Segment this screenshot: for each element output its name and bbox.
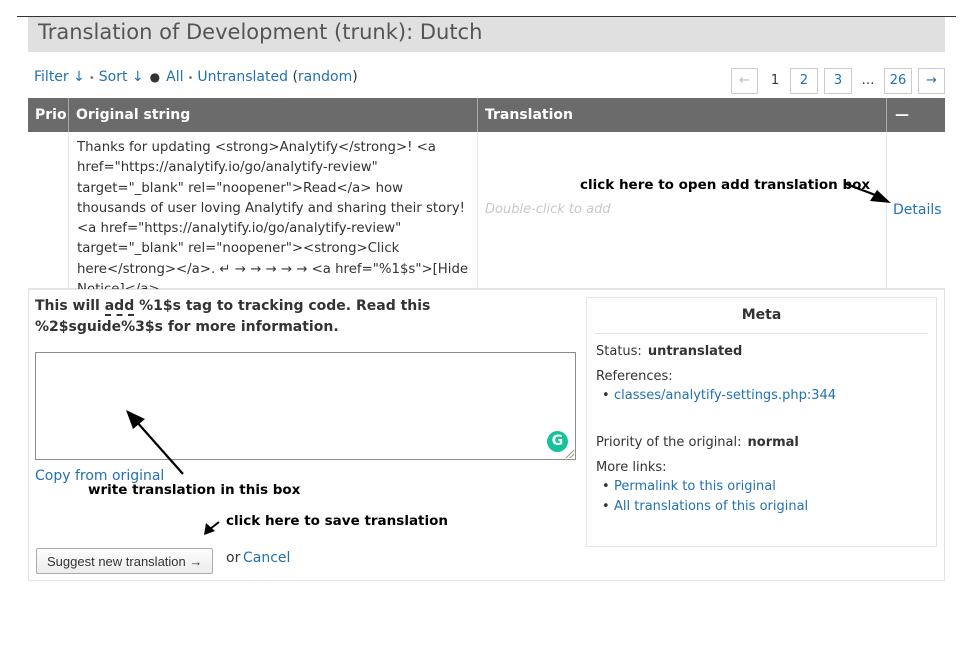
sort-link[interactable]: Sort ↓ bbox=[99, 69, 144, 85]
status-line: Status: untranslated bbox=[596, 344, 742, 359]
page-26[interactable]: 26 bbox=[884, 68, 912, 94]
list-item: classes/analytify-settings.php:344 bbox=[602, 386, 836, 406]
list-item: All translations of this original bbox=[602, 497, 808, 517]
actions-cell: Details bbox=[887, 132, 945, 288]
random-link[interactable]: random bbox=[298, 69, 352, 85]
cancel-link[interactable]: Cancel bbox=[243, 550, 290, 566]
header-original: Original string bbox=[69, 98, 478, 132]
translation-placeholder: Double-click to add bbox=[485, 202, 611, 217]
priority-value: normal bbox=[747, 435, 799, 450]
priority-line: Priority of the original: normal bbox=[596, 435, 799, 450]
header-translation: Translation bbox=[478, 98, 887, 132]
header-prio: Prio bbox=[28, 98, 69, 132]
separator-dot: • bbox=[187, 73, 194, 84]
references-list: classes/analytify-settings.php:344 bbox=[602, 386, 836, 406]
page-title: Translation of Development (trunk): Dutc… bbox=[38, 20, 483, 44]
translation-textarea[interactable]: G bbox=[35, 352, 576, 460]
or-text: or bbox=[226, 550, 241, 566]
context-before: This will bbox=[35, 298, 105, 314]
pagination: ← 1 2 3 … 26 → bbox=[731, 68, 945, 94]
references-label: References: bbox=[596, 369, 673, 384]
table-row: Thanks for updating <strong>Analytify</s… bbox=[28, 132, 945, 297]
grammarly-icon[interactable]: G bbox=[547, 431, 568, 452]
separator-dot: • bbox=[88, 73, 95, 84]
next-page-button[interactable]: → bbox=[918, 68, 945, 94]
translator-context: This will add %1$s tag to tracking code.… bbox=[35, 296, 555, 338]
textarea-annotation: write translation in this box bbox=[88, 482, 301, 498]
all-translations-link[interactable]: All translations of this original bbox=[614, 499, 808, 514]
context-abbr: add bbox=[104, 298, 135, 316]
suggest-translation-button[interactable]: Suggest new translation → bbox=[36, 548, 214, 574]
status-value: untranslated bbox=[647, 344, 743, 359]
list-item: Permalink to this original bbox=[602, 477, 808, 497]
filter-link[interactable]: Filter ↓ bbox=[34, 69, 85, 85]
translation-cell[interactable]: Double-click to add bbox=[478, 132, 887, 288]
table-header: Prio Original string Translation — bbox=[28, 98, 945, 132]
status-label: Status: bbox=[596, 344, 642, 359]
page-2[interactable]: 2 bbox=[790, 68, 818, 94]
meta-heading: Meta bbox=[595, 307, 928, 334]
filter-bar: Filter ↓ • Sort ↓ ● All • Untranslated (random… bbox=[34, 69, 358, 85]
meta-panel: Meta Status: untranslated References: cla… bbox=[586, 297, 937, 547]
page-3[interactable]: 3 bbox=[824, 68, 852, 94]
more-links-label: More links: bbox=[596, 460, 667, 475]
untranslated-link[interactable]: Untranslated bbox=[197, 69, 288, 85]
page-1: 1 bbox=[761, 68, 789, 94]
reference-link[interactable]: classes/analytify-settings.php:344 bbox=[614, 388, 836, 403]
resize-handle[interactable] bbox=[566, 450, 574, 458]
prio-cell bbox=[28, 132, 69, 288]
translation-editor: This will add %1$s tag to tracking code.… bbox=[28, 289, 945, 581]
details-link[interactable]: Details bbox=[887, 202, 942, 218]
header-actions: — bbox=[895, 107, 909, 123]
paren-close: ) bbox=[352, 69, 358, 85]
pagination-ellipsis: … bbox=[855, 68, 881, 94]
permalink-link[interactable]: Permalink to this original bbox=[614, 479, 776, 494]
original-string: Thanks for updating <strong>Analytify</s… bbox=[69, 132, 478, 297]
all-link[interactable]: All bbox=[166, 69, 183, 85]
details-annotation: click here to open add translation box bbox=[580, 177, 871, 193]
priority-label: Priority of the original: bbox=[596, 435, 742, 450]
active-bullet: ● bbox=[149, 70, 161, 84]
prev-page-button: ← bbox=[731, 68, 758, 94]
more-links-list: Permalink to this original All translati… bbox=[602, 477, 808, 517]
page-title-bar: Translation of Development (trunk): Dutc… bbox=[28, 17, 945, 52]
save-annotation: click here to save translation bbox=[226, 513, 449, 529]
